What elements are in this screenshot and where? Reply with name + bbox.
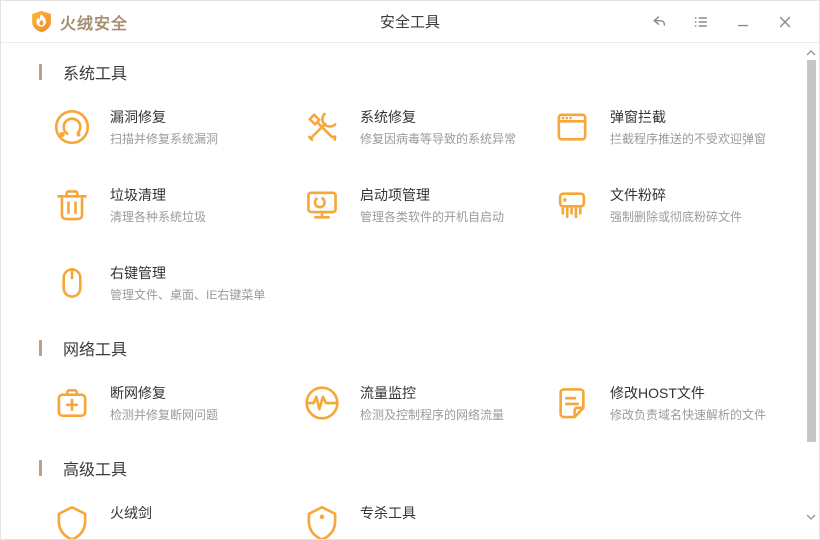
scroll-up-button[interactable] bbox=[803, 46, 819, 60]
section-accent-bar bbox=[39, 460, 42, 476]
tool-title: 修改HOST文件 bbox=[610, 385, 705, 401]
window-controls bbox=[649, 12, 795, 32]
chevron-down-icon bbox=[806, 514, 816, 520]
tool-title: 断网修复 bbox=[110, 385, 166, 401]
trash-icon bbox=[57, 190, 87, 221]
popup-window-icon bbox=[557, 113, 587, 141]
tool-title: 启动项管理 bbox=[360, 187, 430, 203]
pulse-circle-icon bbox=[305, 386, 339, 420]
tool-title: 专杀工具 bbox=[360, 505, 416, 521]
tool-title: 文件粉碎 bbox=[610, 187, 666, 203]
lifebuoy-scan-icon bbox=[54, 109, 90, 145]
minimize-button[interactable] bbox=[733, 12, 753, 32]
tool-host-file-editor[interactable]: 修改HOST文件 修改负责域名快速解析的文件 bbox=[551, 382, 795, 424]
app-name: 火绒安全 bbox=[60, 15, 129, 33]
close-icon bbox=[779, 16, 791, 27]
shredder-icon bbox=[558, 192, 586, 219]
tool-title: 流量监控 bbox=[360, 385, 416, 401]
tool-network-repair[interactable]: 断网修复 检测并修复断网问题 bbox=[51, 382, 301, 424]
mouse-icon bbox=[62, 268, 82, 298]
tool-popup-blocker[interactable]: 弹窗拦截 拦截程序推送的不受欢迎弹窗 bbox=[551, 106, 795, 148]
tool-huorong-sword[interactable]: 火绒剑 bbox=[51, 502, 301, 539]
brand-shield-flame-icon bbox=[32, 10, 51, 33]
menu-button[interactable] bbox=[691, 12, 711, 32]
tool-title: 弹窗拦截 bbox=[610, 109, 666, 125]
app-logo: 火绒安全 bbox=[31, 10, 128, 34]
tool-title: 垃圾清理 bbox=[110, 187, 166, 203]
tool-junk-cleanup[interactable]: 垃圾清理 清理各种系统垃圾 bbox=[51, 184, 301, 226]
tool-title: 火绒剑 bbox=[110, 505, 152, 521]
monitor-power-icon bbox=[307, 191, 337, 219]
tool-desc: 拦截程序推送的不受欢迎弹窗 bbox=[610, 132, 767, 146]
section-header-advanced-tools: 高级工具 bbox=[39, 457, 795, 479]
tool-special-killer[interactable]: 专杀工具 bbox=[301, 502, 551, 539]
menu-list-icon bbox=[694, 16, 708, 27]
section-header-system-tools: 系统工具 bbox=[39, 61, 795, 83]
shield-icon bbox=[57, 505, 87, 539]
section-accent-bar bbox=[39, 340, 42, 356]
section-label: 系统工具 bbox=[63, 66, 128, 83]
network-tools-grid: 断网修复 检测并修复断网问题 流量监控 检测及控制程序的网络流量 修改HOST文… bbox=[51, 382, 795, 424]
tool-desc: 扫描并修复系统漏洞 bbox=[110, 132, 219, 146]
titlebar: 火绒安全 安全工具 bbox=[1, 1, 819, 43]
close-button[interactable] bbox=[775, 12, 795, 32]
section-header-network-tools: 网络工具 bbox=[39, 337, 795, 359]
shield-dot-icon bbox=[307, 505, 337, 539]
tool-desc: 修改负责域名快速解析的文件 bbox=[610, 408, 767, 422]
app-window: 火绒安全 安全工具 系统工具 漏洞修复 扫描并修复系统漏洞 系统修复 修复因病毒… bbox=[0, 0, 820, 540]
tool-startup-manager[interactable]: 启动项管理 管理各类软件的开机自启动 bbox=[301, 184, 551, 226]
back-arrow-icon bbox=[653, 15, 666, 26]
tool-title: 右键管理 bbox=[110, 265, 166, 281]
tool-desc: 强制删除或彻底粉碎文件 bbox=[610, 210, 743, 224]
section-label: 高级工具 bbox=[63, 462, 128, 479]
wrench-screwdriver-icon bbox=[308, 112, 337, 141]
section-label: 网络工具 bbox=[63, 342, 128, 359]
tool-desc: 管理文件、桌面、IE右键菜单 bbox=[110, 288, 266, 302]
tool-title: 系统修复 bbox=[360, 109, 416, 125]
medkit-icon bbox=[57, 389, 87, 417]
tools-page: 系统工具 漏洞修复 扫描并修复系统漏洞 系统修复 修复因病毒等导致的系统异常 弹… bbox=[1, 43, 819, 539]
system-tools-grid: 漏洞修复 扫描并修复系统漏洞 系统修复 修复因病毒等导致的系统异常 弹窗拦截 拦… bbox=[51, 106, 795, 304]
tool-vulnerability-repair[interactable]: 漏洞修复 扫描并修复系统漏洞 bbox=[51, 106, 301, 148]
document-edit-icon bbox=[559, 388, 585, 419]
tool-desc: 修复因病毒等导致的系统异常 bbox=[360, 132, 517, 146]
tool-system-repair[interactable]: 系统修复 修复因病毒等导致的系统异常 bbox=[301, 106, 551, 148]
chevron-up-icon bbox=[806, 50, 816, 56]
tool-desc: 检测并修复断网问题 bbox=[110, 408, 219, 422]
section-accent-bar bbox=[39, 64, 42, 80]
tool-context-menu-manager[interactable]: 右键管理 管理文件、桌面、IE右键菜单 bbox=[51, 262, 301, 304]
tool-desc: 检测及控制程序的网络流量 bbox=[360, 408, 505, 422]
tool-desc: 管理各类软件的开机自启动 bbox=[360, 210, 505, 224]
tool-file-shredder[interactable]: 文件粉碎 强制删除或彻底粉碎文件 bbox=[551, 184, 795, 226]
minimize-icon bbox=[737, 24, 749, 26]
advanced-tools-grid: 火绒剑 专杀工具 bbox=[51, 502, 795, 539]
tool-traffic-monitor[interactable]: 流量监控 检测及控制程序的网络流量 bbox=[301, 382, 551, 424]
scrollbar bbox=[803, 44, 819, 539]
back-button[interactable] bbox=[649, 12, 669, 32]
scrollbar-thumb[interactable] bbox=[807, 60, 816, 442]
scroll-down-button[interactable] bbox=[803, 510, 819, 524]
tool-desc: 清理各种系统垃圾 bbox=[110, 210, 207, 224]
tool-title: 漏洞修复 bbox=[110, 109, 166, 125]
